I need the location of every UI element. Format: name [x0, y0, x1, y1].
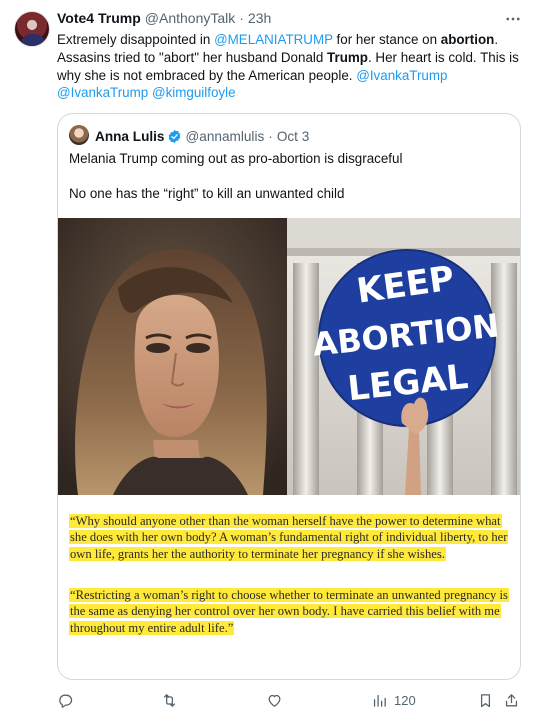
excerpt-paragraph-2-text: “Restricting a woman’s right to choose w… — [69, 588, 509, 635]
more-options-button[interactable] — [502, 9, 524, 29]
mention-melaniatrump[interactable]: @MELANIATRUMP — [214, 32, 333, 47]
quote-media[interactable]: KEEP ABORTION LEGAL — [58, 218, 520, 495]
reply-icon — [59, 694, 73, 708]
tweet-text-segment: Extremely disappointed in — [57, 32, 215, 47]
more-icon — [506, 17, 520, 21]
views-button[interactable]: 120 — [371, 688, 416, 712]
protest-sign-illustration: KEEP ABORTION LEGAL — [287, 218, 520, 495]
retweet-button[interactable] — [161, 688, 178, 712]
mention-kimguilfoyle[interactable]: @kimguilfoyle — [152, 85, 236, 100]
tweet-text-segment: for her stance on — [332, 32, 441, 47]
views-icon — [373, 694, 386, 707]
excerpt-paragraph-1: “Why should anyone other than the woman … — [69, 513, 509, 562]
quote-text-line-2: No one has the “right” to kill an unwant… — [69, 186, 345, 201]
tweet-actions: 120 — [0, 688, 534, 712]
tweet-text-bold: Trump — [327, 49, 368, 65]
tweet-header: Vote4 Trump @AnthonyTalk · 23h — [57, 10, 477, 30]
tweet[interactable]: Vote4 Trump @AnthonyTalk · 23h Extremely… — [0, 0, 534, 719]
quote-header: Anna Lulis @annamlulis · Oct 3 — [95, 126, 309, 146]
quote-time[interactable]: Oct 3 — [277, 129, 309, 144]
share-icon — [505, 693, 518, 706]
bookmark-button[interactable] — [477, 688, 494, 712]
views-count: 120 — [394, 692, 416, 708]
excerpt-paragraph-1-text: “Why should anyone other than the woman … — [69, 514, 509, 561]
share-button[interactable] — [503, 688, 520, 712]
author-name[interactable]: Vote4 Trump — [57, 10, 141, 26]
author-handle[interactable]: @AnthonyTalk — [145, 10, 235, 26]
verified-badge-icon — [169, 129, 181, 143]
tweet-text-bold: abortion — [440, 32, 495, 47]
separator-dot: · — [268, 128, 273, 144]
quote-author-handle[interactable]: @annamlulis — [185, 129, 264, 144]
separator-dot: · — [239, 10, 244, 26]
tweet-time[interactable]: 23h — [248, 10, 271, 26]
quote-author-name[interactable]: Anna Lulis — [95, 129, 164, 144]
mention-ivankatrump-1[interactable]: @IvankaTrump — [356, 68, 447, 83]
tweet-text: Extremely disappointed in @MELANIATRUMP … — [57, 31, 522, 102]
like-icon — [268, 694, 281, 707]
author-avatar[interactable] — [14, 11, 50, 47]
mention-ivankatrump-2[interactable]: @IvankaTrump — [57, 85, 148, 100]
protest-sign-photo: KEEP ABORTION LEGAL — [287, 218, 520, 495]
bookmark-icon — [480, 693, 491, 707]
excerpt-paragraph-2: “Restricting a woman’s right to choose w… — [69, 587, 509, 636]
quoted-tweet[interactable]: Anna Lulis @annamlulis · Oct 3 Melania T… — [57, 113, 521, 680]
retweet-icon — [163, 693, 176, 707]
like-button[interactable] — [266, 688, 283, 712]
highlighted-quote-excerpt: “Why should anyone other than the woman … — [58, 495, 520, 679]
portrait-photo — [58, 218, 287, 495]
portrait-illustration — [58, 218, 287, 495]
quote-text-line-1: Melania Trump coming out as pro-abortion… — [69, 151, 403, 166]
quote-author-avatar[interactable] — [69, 125, 89, 145]
reply-button[interactable] — [57, 688, 74, 712]
